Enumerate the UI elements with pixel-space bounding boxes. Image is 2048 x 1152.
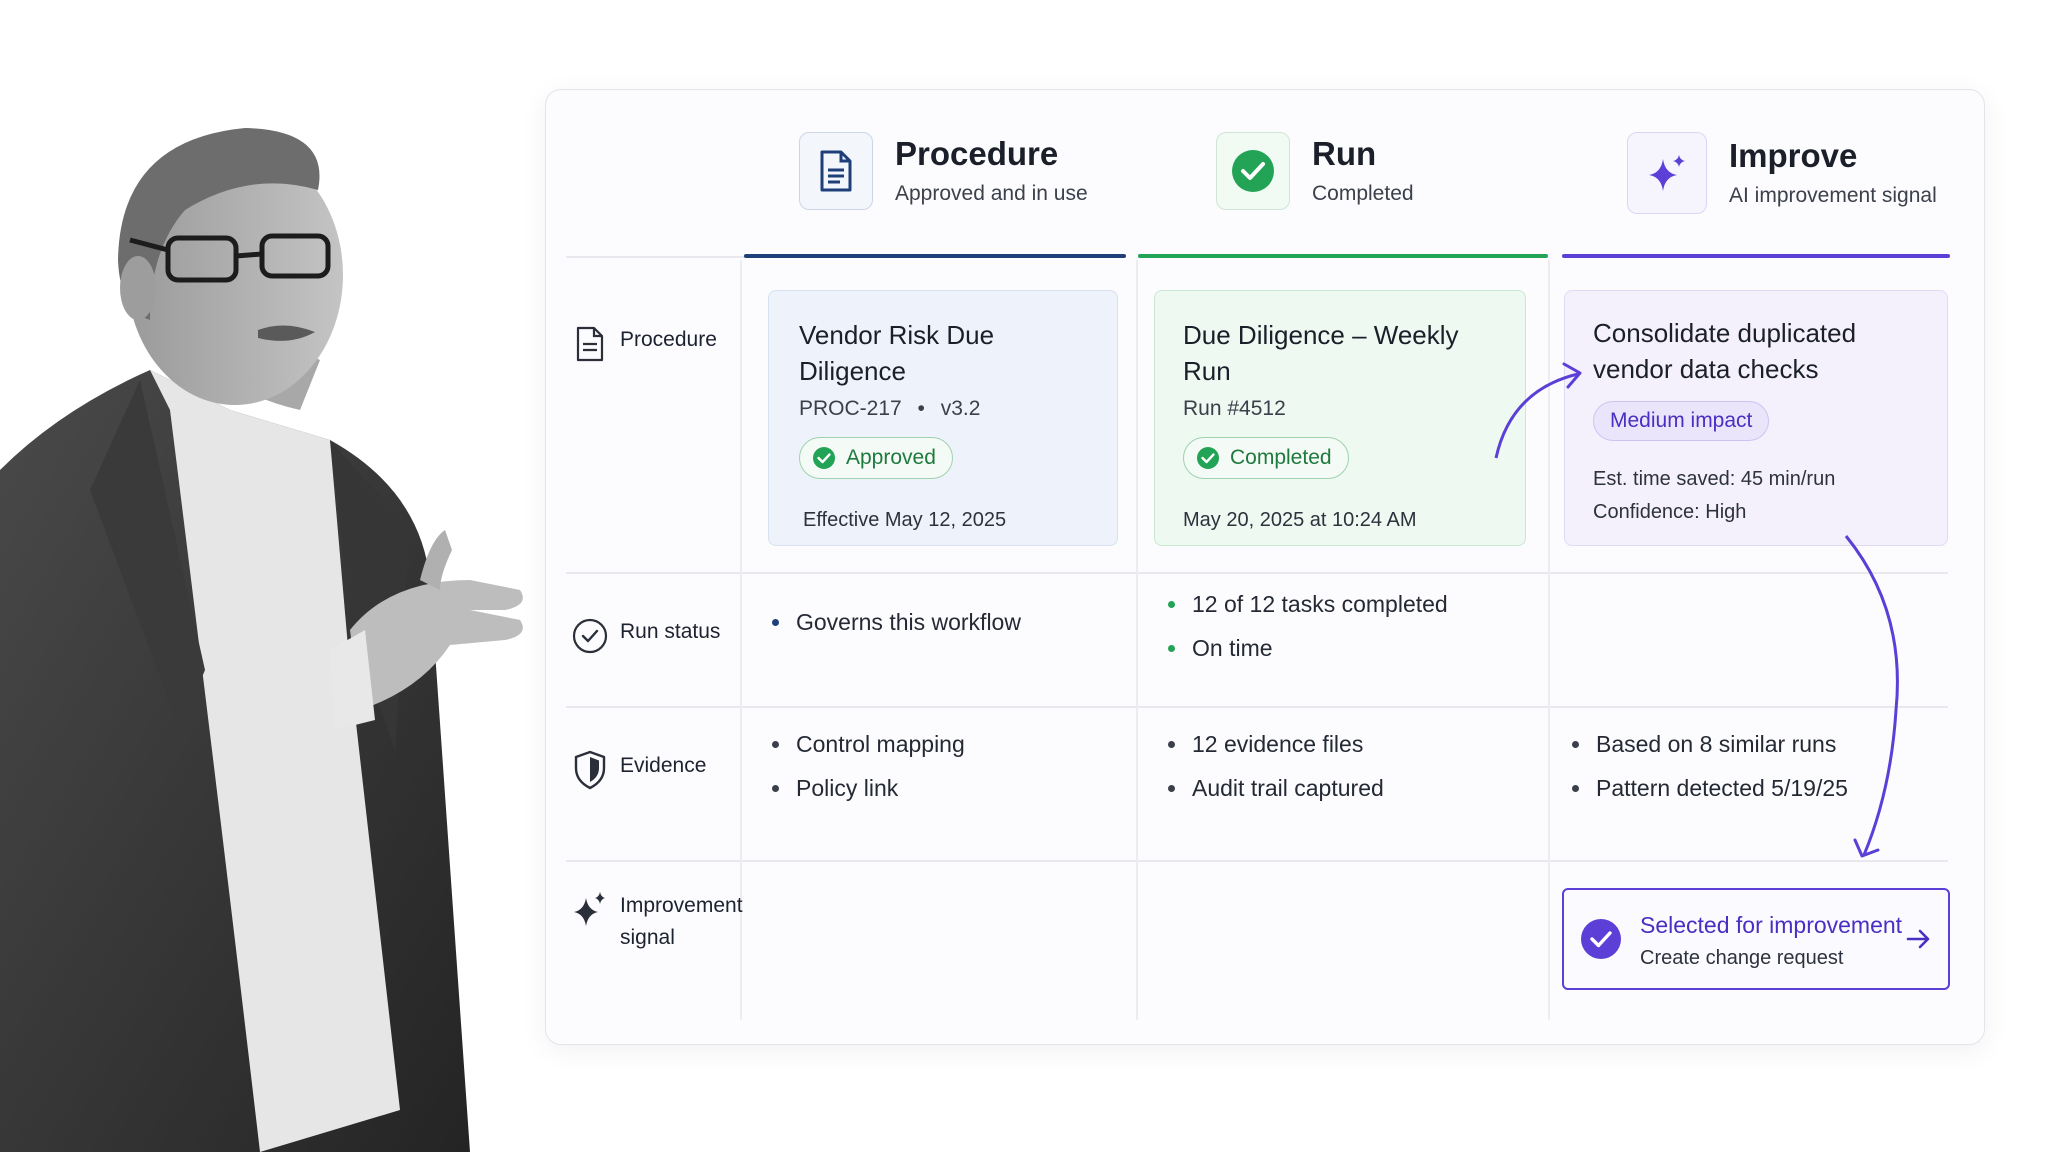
evidence-run-list: 12 evidence files Audit trail captured	[1166, 722, 1384, 810]
run-status-procedure-list: Governs this workflow	[770, 600, 1021, 644]
document-icon	[572, 324, 608, 364]
check-circle-icon	[1581, 919, 1621, 959]
run-id: Run #4512	[1183, 397, 1286, 420]
divider	[566, 572, 1948, 574]
column-divider	[1548, 260, 1550, 1020]
row-label-procedure: Procedure	[572, 324, 717, 364]
column-title: Run	[1312, 134, 1377, 172]
procedure-effective-date: Effective May 12, 2025	[803, 509, 1007, 531]
row-label-text: Run status	[620, 620, 721, 643]
divider	[566, 256, 746, 258]
procedure-version: v3.2	[940, 397, 981, 420]
improve-title-line1: Consolidate duplicated	[1593, 318, 1857, 348]
list-item: 12 evidence files	[1166, 722, 1384, 766]
document-icon	[799, 132, 873, 210]
arrowhead	[1853, 838, 1880, 858]
shield-icon	[572, 750, 608, 790]
procedure-id: PROC-217	[799, 397, 902, 420]
row-label-evidence: Evidence	[572, 750, 706, 790]
impact-badge: Medium impact	[1593, 401, 1770, 441]
workflow-card: Procedure Approved and in use Run Comple…	[545, 89, 1985, 1045]
procedure-card[interactable]: Vendor Risk Due Diligence PROC-217 • v3.…	[768, 290, 1118, 546]
divider	[566, 706, 1948, 708]
presenter-photo	[0, 128, 523, 1152]
column-title: Improve	[1729, 136, 1858, 174]
column-underline-run	[1138, 254, 1548, 258]
column-title: Procedure	[895, 134, 1059, 172]
column-subtitle: AI improvement signal	[1729, 184, 1937, 208]
procedure-meta: PROC-217 • v3.2	[799, 397, 1087, 421]
check-circle-icon	[1216, 132, 1290, 210]
status-badge-label: Completed	[1230, 446, 1332, 469]
procedure-title: Vendor Risk Due Diligence	[799, 320, 995, 386]
list-item: Based on 8 similar runs	[1570, 722, 1848, 766]
row-label-text: Evidence	[620, 754, 707, 777]
column-underline-procedure	[744, 254, 1126, 258]
evidence-improve-list: Based on 8 similar runs Pattern detected…	[1570, 722, 1848, 810]
arrow-right-icon	[1906, 929, 1930, 949]
column-divider	[1136, 260, 1138, 1020]
list-item: Pattern detected 5/19/25	[1570, 766, 1848, 810]
check-circle-outline-icon	[572, 616, 608, 656]
list-item: Control mapping	[770, 722, 965, 766]
row-label-text: Improvement	[620, 894, 743, 917]
improve-card[interactable]: Consolidate duplicated vendor data check…	[1564, 290, 1948, 546]
cta-title: Selected for improvement	[1640, 911, 1903, 938]
row-label-text: Procedure	[620, 328, 717, 351]
improve-title-line2: vendor data checks	[1593, 354, 1819, 384]
row-label-text: signal	[620, 926, 675, 949]
arrow-improve-to-cta	[1844, 535, 1899, 856]
list-item: 12 of 12 tasks completed	[1166, 582, 1448, 626]
check-circle-icon	[1197, 447, 1219, 469]
status-badge-approved: Approved	[799, 437, 953, 479]
column-header-improve: Improve AI improvement signal	[1627, 132, 1937, 214]
column-subtitle: Approved and in use	[895, 182, 1088, 206]
row-label-run-status: Run status	[572, 616, 720, 656]
sparkle-icon	[572, 890, 608, 930]
improve-confidence: Confidence: High	[1593, 501, 1747, 523]
row-label-improvement-signal: Improvement signal	[572, 890, 743, 954]
cta-subtitle: Create change request	[1640, 946, 1844, 969]
list-item: Governs this workflow	[770, 600, 1021, 644]
column-header-procedure: Procedure Approved and in use	[799, 132, 1088, 210]
sparkle-icon	[1627, 132, 1707, 214]
selected-for-improvement-button[interactable]: Selected for improvement Create change r…	[1562, 888, 1950, 990]
run-card[interactable]: Due Diligence – Weekly Run Run #4512 Com…	[1154, 290, 1526, 546]
run-status-run-list: 12 of 12 tasks completed On time	[1166, 582, 1448, 670]
evidence-procedure-list: Control mapping Policy link	[770, 722, 965, 810]
run-timestamp: May 20, 2025 at 10:24 AM	[1183, 509, 1417, 531]
column-underline-improve	[1562, 254, 1950, 258]
status-badge-completed: Completed	[1183, 437, 1349, 479]
improve-time-saved: Est. time saved: 45 min/run	[1593, 468, 1836, 490]
status-badge-label: Approved	[846, 446, 936, 469]
separator: •	[917, 397, 925, 420]
list-item: Policy link	[770, 766, 965, 810]
list-item: On time	[1166, 626, 1448, 670]
column-subtitle: Completed	[1312, 182, 1414, 206]
list-item: Audit trail captured	[1166, 766, 1384, 810]
column-header-run: Run Completed	[1216, 132, 1414, 210]
check-circle-icon	[813, 447, 835, 469]
run-title: Due Diligence – Weekly Run	[1183, 320, 1459, 386]
divider	[566, 860, 1948, 862]
